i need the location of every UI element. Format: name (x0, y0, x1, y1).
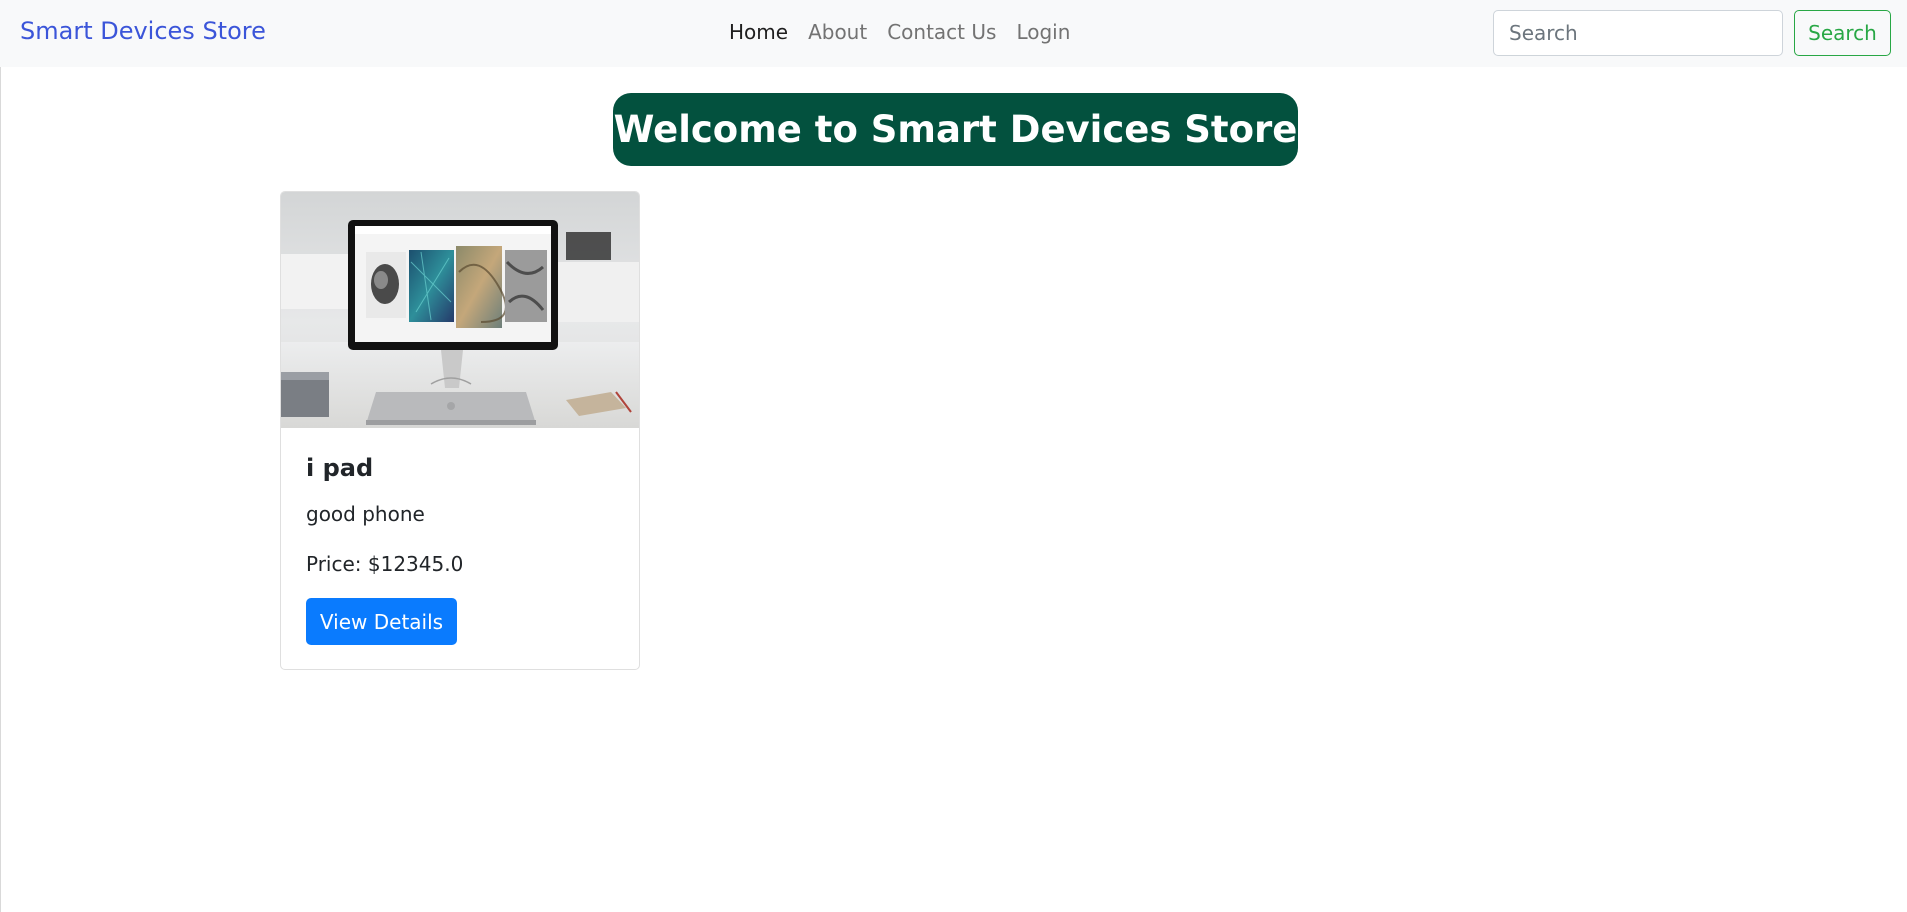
window-edge (0, 0, 1, 912)
brand-link[interactable]: Smart Devices Store (20, 17, 266, 45)
nav-login-link[interactable]: Login (1016, 20, 1070, 44)
product-price: Price: $12345.0 (306, 552, 463, 576)
navbar: Smart Devices Store Home About Contact U… (0, 0, 1907, 67)
welcome-banner: Welcome to Smart Devices Store (613, 93, 1298, 166)
price-label: Price: $ (306, 552, 381, 576)
nav-home-link[interactable]: Home (729, 20, 788, 44)
nav-about-link[interactable]: About (808, 20, 867, 44)
product-card: i pad good phone Price: $12345.0 View De… (280, 191, 640, 670)
price-value: 12345.0 (380, 552, 464, 576)
nav-contact-link[interactable]: Contact Us (887, 20, 996, 44)
search-button[interactable]: Search (1794, 10, 1891, 56)
nav-links: Home About Contact Us Login (729, 20, 1070, 44)
product-description: good phone (306, 502, 425, 526)
product-image (281, 192, 639, 428)
product-title: i pad (306, 454, 374, 482)
view-details-button[interactable]: View Details (306, 598, 457, 645)
search-input[interactable] (1493, 10, 1783, 56)
